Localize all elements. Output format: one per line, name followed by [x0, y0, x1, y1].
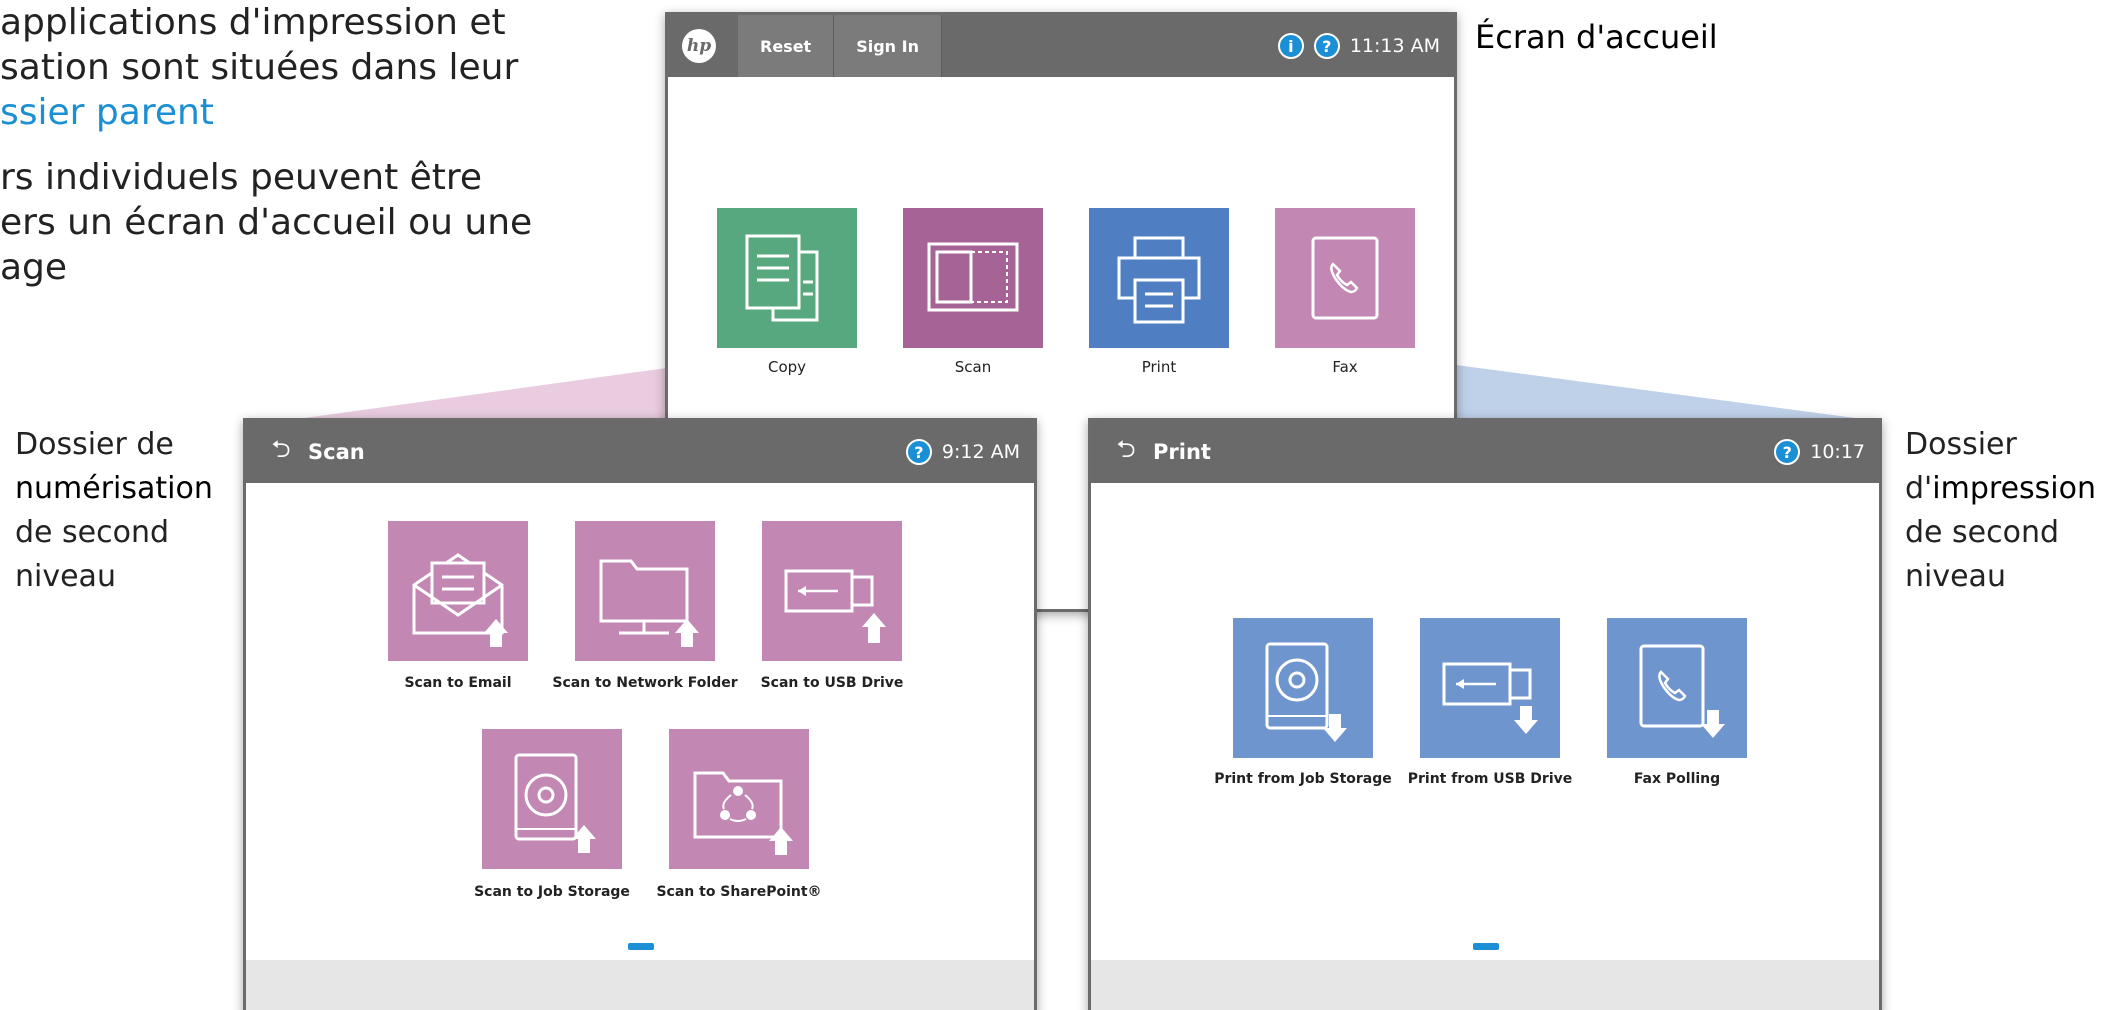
- scan-to-job-storage-label: Scan to Job Storage: [474, 884, 630, 900]
- print-label: Print: [1141, 358, 1177, 376]
- job-storage-download-icon: [1233, 618, 1373, 758]
- fax-polling-tile[interactable]: [1607, 618, 1747, 758]
- clock-time: 10:17: [1810, 441, 1865, 463]
- scan-to-network-folder-label: Scan to Network Folder: [552, 675, 738, 691]
- copy-label: Copy: [767, 358, 807, 376]
- scan-caption-line3: de second: [15, 515, 170, 550]
- home-screen-caption: Écran d'accueil: [1475, 18, 1718, 56]
- scan-to-email-tile[interactable]: [388, 521, 528, 661]
- print-from-job-storage-tile[interactable]: [1233, 618, 1373, 758]
- usb-upload-icon: [762, 521, 902, 661]
- fax-polling-label: Fax Polling: [1633, 771, 1721, 787]
- scan-topbar: ⮌ Scan ? 9:12 AM: [246, 421, 1034, 483]
- print-folder-screen: ⮌ Print ? 10:17 Print from Job Storage P…: [1088, 418, 1882, 1010]
- fax-download-icon: [1607, 618, 1747, 758]
- bottom-strip: [246, 960, 1034, 1010]
- scan-tile[interactable]: [903, 208, 1043, 348]
- usb-download-icon: [1420, 618, 1560, 758]
- fax-tile[interactable]: [1275, 208, 1415, 348]
- fax-label: Fax: [1332, 358, 1358, 376]
- scan-to-usb-label: Scan to USB Drive: [760, 675, 904, 691]
- back-arrow-icon[interactable]: ⮌: [268, 432, 294, 473]
- scan-to-usb-tile[interactable]: [762, 521, 902, 661]
- clock-time: 9:12 AM: [941, 441, 1020, 463]
- print-folder-caption: Dossier d'impression de second niveau: [1905, 423, 2111, 599]
- back-arrow-icon[interactable]: ⮌: [1113, 432, 1139, 473]
- reset-button[interactable]: Reset: [738, 15, 835, 77]
- job-storage-upload-icon: [482, 729, 622, 869]
- scan-icon: [903, 208, 1043, 348]
- print-caption-prefix: d': [1905, 471, 1933, 506]
- print-tile[interactable]: [1089, 208, 1229, 348]
- fax-icon: [1275, 208, 1415, 348]
- help-icon[interactable]: ?: [905, 439, 932, 465]
- sign-in-button[interactable]: Sign In: [834, 15, 942, 77]
- scan-folder-caption: Dossier de numérisation de second niveau: [15, 423, 225, 599]
- print-caption-line1: Dossier: [1905, 427, 2017, 462]
- scan-caption-line1: Dossier de: [15, 427, 174, 462]
- help-icon[interactable]: ?: [1774, 439, 1801, 465]
- email-upload-icon: [388, 521, 528, 661]
- help-icon[interactable]: ?: [1313, 33, 1340, 59]
- scan-folder-screen: ⮌ Scan ? 9:12 AM Scan to Email Scan to N…: [243, 418, 1037, 1010]
- page-indicator: [628, 943, 654, 950]
- scan-to-sharepoint-tile[interactable]: [669, 729, 809, 869]
- print-caption-line3: de second: [1905, 515, 2060, 550]
- copy-tile[interactable]: [717, 208, 857, 348]
- print-from-usb-tile[interactable]: [1420, 618, 1560, 758]
- print-caption-line4: niveau: [1905, 559, 2006, 594]
- scan-label: Scan: [954, 358, 992, 376]
- copy-icon: [717, 208, 857, 348]
- scan-caption-bold: numérisation: [15, 471, 213, 506]
- page-indicator: [1473, 943, 1499, 950]
- clock-time: 11:13 AM: [1349, 35, 1440, 57]
- home-topbar: hp Reset Sign In i ? 11:13 AM: [668, 15, 1454, 77]
- printer-icon: [1089, 208, 1229, 348]
- print-topbar: ⮌ Print ? 10:17: [1091, 421, 1879, 483]
- scan-to-job-storage-tile[interactable]: [482, 729, 622, 869]
- scan-to-email-label: Scan to Email: [404, 675, 512, 691]
- hp-logo: hp: [682, 29, 716, 63]
- print-title: Print: [1153, 440, 1211, 464]
- scan-title: Scan: [308, 440, 365, 464]
- network-folder-upload-icon: [575, 521, 715, 661]
- scan-to-sharepoint-label: Scan to SharePoint®: [656, 884, 822, 900]
- print-caption-bold: impression: [1932, 471, 2096, 506]
- info-icon[interactable]: i: [1277, 33, 1304, 59]
- scan-caption-line4: niveau: [15, 559, 116, 594]
- scan-to-network-folder-tile[interactable]: [575, 521, 715, 661]
- sharepoint-upload-icon: [669, 729, 809, 869]
- bottom-strip: [1091, 960, 1879, 1010]
